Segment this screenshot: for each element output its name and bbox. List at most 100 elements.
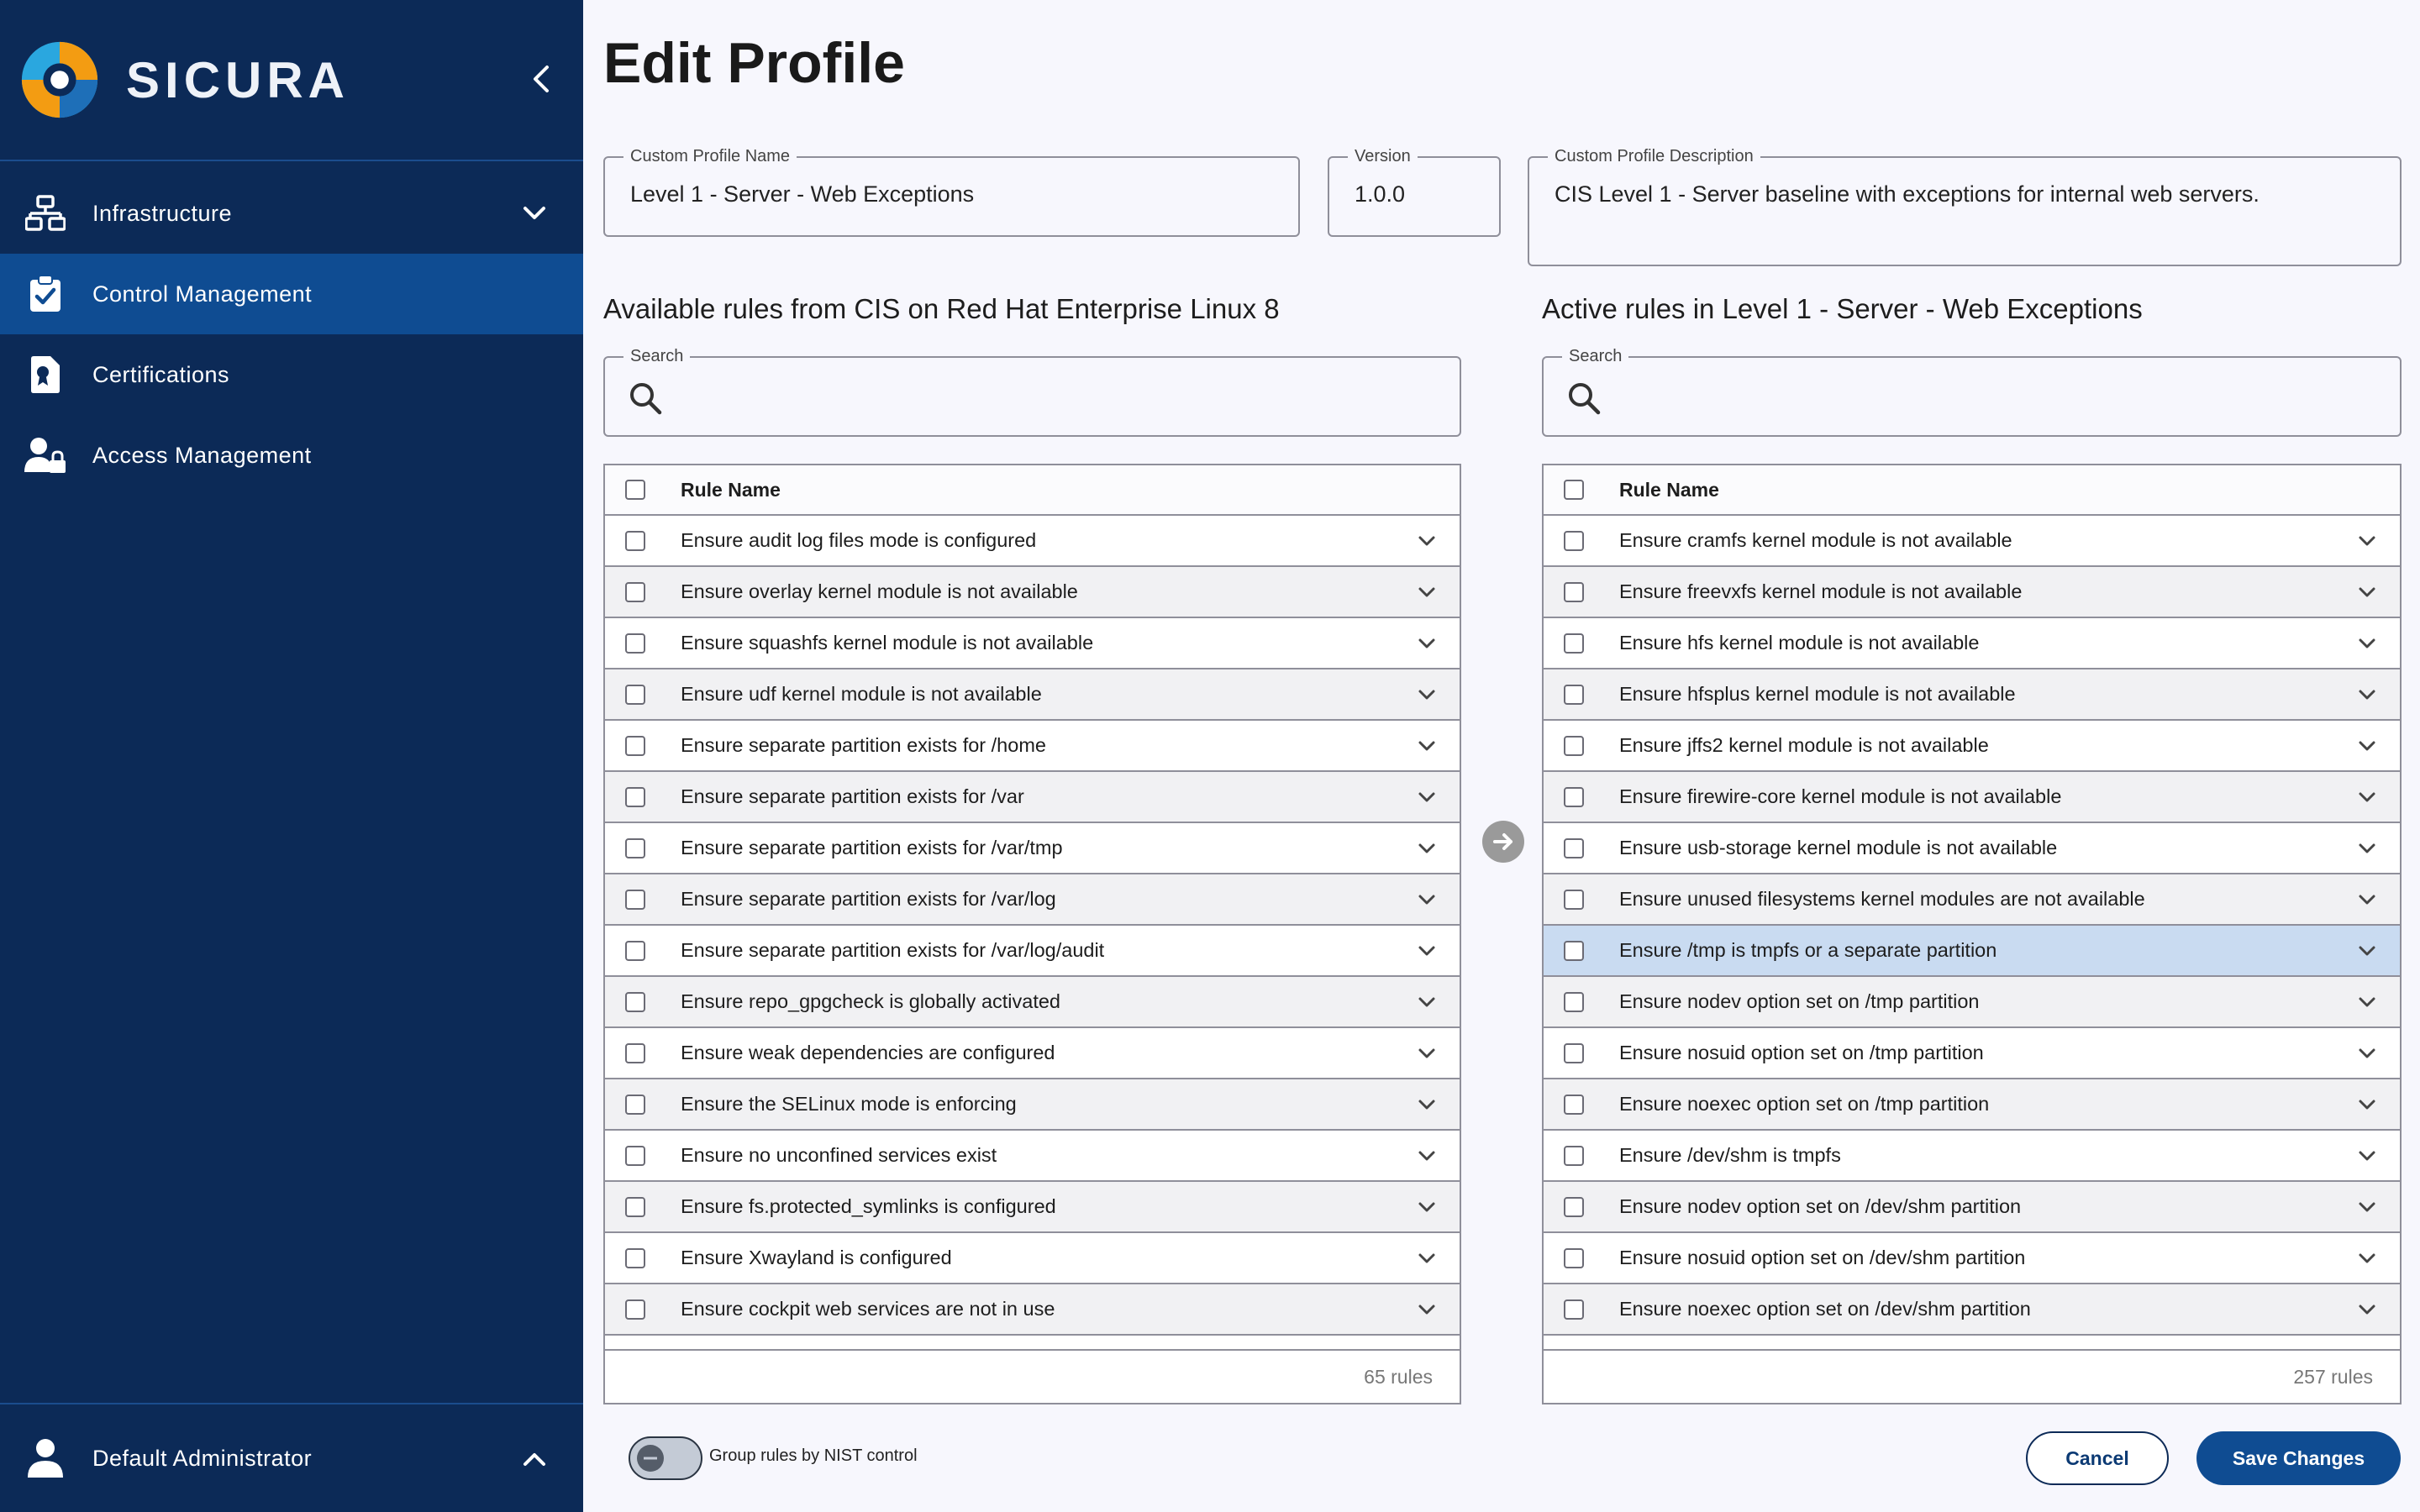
sidebar-item-control-management[interactable]: Control Management	[0, 254, 583, 334]
table-row[interactable]: Ensure /tmp is tmpfs or a separate parti…	[1544, 926, 2400, 977]
chevron-down-icon[interactable]	[2356, 1145, 2378, 1167]
table-row[interactable]: Ensure hfs kernel module is not availabl…	[1544, 618, 2400, 669]
row-checkbox[interactable]	[1564, 1042, 1584, 1063]
select-all-checkbox[interactable]	[625, 480, 645, 500]
row-checkbox[interactable]	[1564, 530, 1584, 551]
chevron-down-icon[interactable]	[2356, 633, 2378, 654]
table-row[interactable]: Ensure overlay kernel module is not avai…	[605, 567, 1460, 618]
row-checkbox[interactable]	[1564, 633, 1584, 654]
row-checkbox[interactable]	[1564, 1247, 1584, 1268]
chevron-down-icon[interactable]	[1416, 1145, 1438, 1167]
row-checkbox[interactable]	[625, 991, 645, 1012]
chevron-down-icon[interactable]	[2356, 581, 2378, 603]
chevron-down-icon[interactable]	[1416, 581, 1438, 603]
cancel-button[interactable]: Cancel	[2026, 1431, 2169, 1485]
row-checkbox[interactable]	[625, 1042, 645, 1063]
profile-name-field[interactable]: Custom Profile Name Level 1 - Server - W…	[603, 147, 1300, 237]
row-checkbox[interactable]	[1564, 991, 1584, 1012]
row-checkbox[interactable]	[625, 940, 645, 961]
table-row[interactable]: Ensure separate partition exists for /va…	[605, 823, 1460, 874]
table-row[interactable]: Ensure jffs2 kernel module is not availa…	[1544, 721, 2400, 772]
table-row[interactable]: Ensure noexec option set on /tmp partiti…	[1544, 1079, 2400, 1131]
chevron-down-icon[interactable]	[2356, 1196, 2378, 1218]
row-checkbox[interactable]	[1564, 786, 1584, 807]
row-checkbox[interactable]	[625, 889, 645, 910]
chevron-down-icon[interactable]	[1416, 1299, 1438, 1320]
chevron-down-icon[interactable]	[1416, 940, 1438, 962]
table-row[interactable]: Ensure nosuid option set on /tmp partiti…	[1544, 1028, 2400, 1079]
profile-description-field[interactable]: Custom Profile Description CIS Level 1 -…	[1528, 147, 2402, 266]
table-row[interactable]: Ensure weak dependencies are configured	[605, 1028, 1460, 1079]
chevron-down-icon[interactable]	[2356, 889, 2378, 911]
chevron-down-icon[interactable]	[2356, 940, 2378, 962]
chevron-down-icon[interactable]	[2356, 1247, 2378, 1269]
row-checkbox[interactable]	[1564, 581, 1584, 602]
row-checkbox[interactable]	[625, 735, 645, 756]
version-field[interactable]: Version 1.0.0	[1328, 147, 1501, 237]
chevron-down-icon[interactable]	[1416, 786, 1438, 808]
row-checkbox[interactable]	[1564, 889, 1584, 910]
sidebar-item-infrastructure[interactable]: Infrastructure	[0, 173, 583, 254]
table-row[interactable]: Ensure /dev/shm is tmpfs	[1544, 1131, 2400, 1182]
active-search-input[interactable]: Search	[1542, 347, 2402, 437]
table-row[interactable]: Ensure unused filesystems kernel modules…	[1544, 874, 2400, 926]
table-row[interactable]: Ensure nodev option set on /tmp partitio…	[1544, 977, 2400, 1028]
row-checkbox[interactable]	[1564, 1094, 1584, 1115]
table-row[interactable]: Ensure fs.protected_symlinks is configur…	[605, 1182, 1460, 1233]
user-menu[interactable]: Default Administrator	[0, 1403, 583, 1512]
table-row[interactable]: Ensure separate partition exists for /va…	[605, 874, 1460, 926]
chevron-down-icon[interactable]	[2356, 837, 2378, 859]
table-row[interactable]: Ensure audit log files mode is configure…	[605, 516, 1460, 567]
chevron-down-icon[interactable]	[2356, 1042, 2378, 1064]
chevron-down-icon[interactable]	[1416, 837, 1438, 859]
row-checkbox[interactable]	[625, 530, 645, 551]
table-row[interactable]: Ensure firewire-core kernel module is no…	[1544, 772, 2400, 823]
table-row[interactable]: Ensure separate partition exists for /ho…	[605, 721, 1460, 772]
chevron-down-icon[interactable]	[2356, 530, 2378, 552]
table-row[interactable]: Ensure squashfs kernel module is not ava…	[605, 618, 1460, 669]
row-checkbox[interactable]	[625, 837, 645, 858]
chevron-down-icon[interactable]	[1416, 991, 1438, 1013]
row-checkbox[interactable]	[625, 684, 645, 705]
collapse-sidebar-button[interactable]	[523, 60, 560, 97]
row-checkbox[interactable]	[1564, 1196, 1584, 1217]
table-row[interactable]: Ensure noexec option set on /dev/shm par…	[1544, 1284, 2400, 1336]
row-checkbox[interactable]	[1564, 940, 1584, 961]
table-row[interactable]: Ensure separate partition exists for /va…	[605, 926, 1460, 977]
table-row[interactable]: Ensure usb-storage kernel module is not …	[1544, 823, 2400, 874]
row-checkbox[interactable]	[625, 786, 645, 807]
table-row[interactable]: Ensure no unconfined services exist	[605, 1131, 1460, 1182]
chevron-down-icon[interactable]	[2356, 786, 2378, 808]
group-by-nist-toggle[interactable]	[629, 1436, 702, 1480]
move-rules-right-button[interactable]	[1482, 821, 1524, 863]
save-changes-button[interactable]: Save Changes	[2196, 1431, 2401, 1485]
available-search-input[interactable]: Search	[603, 347, 1461, 437]
row-checkbox[interactable]	[625, 1247, 645, 1268]
row-checkbox[interactable]	[625, 633, 645, 654]
row-checkbox[interactable]	[625, 1299, 645, 1320]
row-checkbox[interactable]	[625, 1094, 645, 1115]
row-checkbox[interactable]	[1564, 684, 1584, 705]
table-row[interactable]: Ensure cramfs kernel module is not avail…	[1544, 516, 2400, 567]
row-checkbox[interactable]	[1564, 837, 1584, 858]
chevron-down-icon[interactable]	[2356, 1299, 2378, 1320]
row-checkbox[interactable]	[625, 581, 645, 602]
chevron-down-icon[interactable]	[1416, 889, 1438, 911]
table-row[interactable]: Ensure freevxfs kernel module is not ava…	[1544, 567, 2400, 618]
table-row[interactable]: Ensure Xwayland is configured	[605, 1233, 1460, 1284]
chevron-down-icon[interactable]	[1416, 1196, 1438, 1218]
table-row[interactable]: Ensure cockpit web services are not in u…	[605, 1284, 1460, 1336]
table-row[interactable]: Ensure separate partition exists for /va…	[605, 772, 1460, 823]
chevron-down-icon[interactable]	[1416, 1247, 1438, 1269]
chevron-down-icon[interactable]	[2356, 1094, 2378, 1116]
table-row[interactable]: Ensure udf kernel module is not availabl…	[605, 669, 1460, 721]
select-all-checkbox[interactable]	[1564, 480, 1584, 500]
table-row[interactable]: Ensure nosuid option set on /dev/shm par…	[1544, 1233, 2400, 1284]
chevron-down-icon[interactable]	[2356, 991, 2378, 1013]
chevron-down-icon[interactable]	[1416, 1094, 1438, 1116]
row-checkbox[interactable]	[625, 1145, 645, 1166]
table-row[interactable]: Ensure hfsplus kernel module is not avai…	[1544, 669, 2400, 721]
chevron-down-icon[interactable]	[1416, 684, 1438, 706]
sidebar-item-certifications[interactable]: Certifications	[0, 334, 583, 415]
chevron-down-icon[interactable]	[2356, 684, 2378, 706]
